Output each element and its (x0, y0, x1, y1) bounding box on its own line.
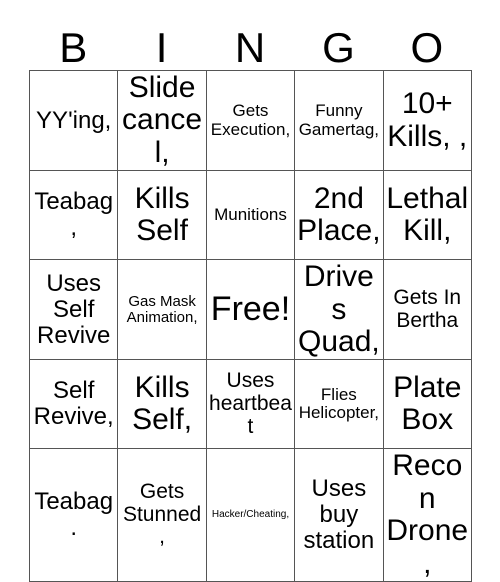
header-letter-i: I (155, 24, 168, 71)
bingo-row: Teabag. Gets Stunned, Hacker/Cheating, U… (28, 448, 472, 582)
bingo-cell[interactable]: Slide cancel, (117, 69, 207, 172)
bingo-header-row: B I N G O (29, 12, 471, 70)
bingo-cell[interactable]: Munitions (205, 170, 296, 261)
bingo-cell[interactable]: Kills Self (117, 170, 207, 261)
bingo-row: Self Revive, Kills Self, Uses heartbeat … (28, 359, 472, 450)
bingo-cell[interactable]: Recon Drone, (382, 448, 472, 582)
bingo-cell[interactable]: Gets Execution, (205, 69, 296, 172)
header-letter-o: O (410, 24, 444, 71)
bingo-cell[interactable]: Funny Gamertag, (294, 69, 384, 172)
bingo-cell[interactable]: Kills Self, (117, 359, 207, 450)
bingo-row: YY'ing, Slide cancel, Gets Execution, Fu… (28, 69, 472, 172)
bingo-cell[interactable]: Lethal Kill, (382, 170, 472, 261)
bingo-cell[interactable]: Uses Self Revive (28, 259, 119, 361)
bingo-cell[interactable]: Teabag, (28, 170, 119, 261)
bingo-card: B I N G O YY'ing, Slide cancel, Gets Exe… (28, 12, 472, 582)
bingo-cell[interactable]: Flies Helicopter, (294, 359, 384, 450)
bingo-cell[interactable]: Hacker/Cheating, (205, 448, 296, 582)
bingo-cell[interactable]: 10+ Kills, , (382, 69, 472, 172)
bingo-cell[interactable]: Self Revive, (28, 359, 119, 450)
bingo-cell[interactable]: Gets Stunned, (117, 448, 207, 582)
bingo-cell[interactable]: 2nd Place, (294, 170, 384, 261)
bingo-cell-free[interactable]: Free! (205, 259, 296, 361)
header-letter-b: B (59, 24, 88, 71)
bingo-cell[interactable]: Gets In Bertha (382, 259, 472, 361)
bingo-cell[interactable]: Uses buy station (294, 448, 384, 582)
bingo-cell[interactable]: Teabag. (28, 448, 119, 582)
bingo-cell[interactable]: YY'ing, (28, 69, 119, 172)
bingo-cell[interactable]: Drives Quad, (294, 259, 384, 361)
bingo-row: Uses Self Revive Gas Mask Animation, Fre… (28, 259, 472, 361)
header-letter-g: G (322, 24, 355, 71)
bingo-cell[interactable]: Uses heartbeat (205, 359, 296, 450)
bingo-row: Teabag, Kills Self Munitions 2nd Place, … (28, 170, 472, 261)
bingo-grid: YY'ing, Slide cancel, Gets Execution, Fu… (28, 69, 472, 582)
bingo-cell[interactable]: Plate Box (382, 359, 472, 450)
bingo-cell[interactable]: Gas Mask Animation, (117, 259, 207, 361)
header-letter-n: N (234, 24, 266, 71)
